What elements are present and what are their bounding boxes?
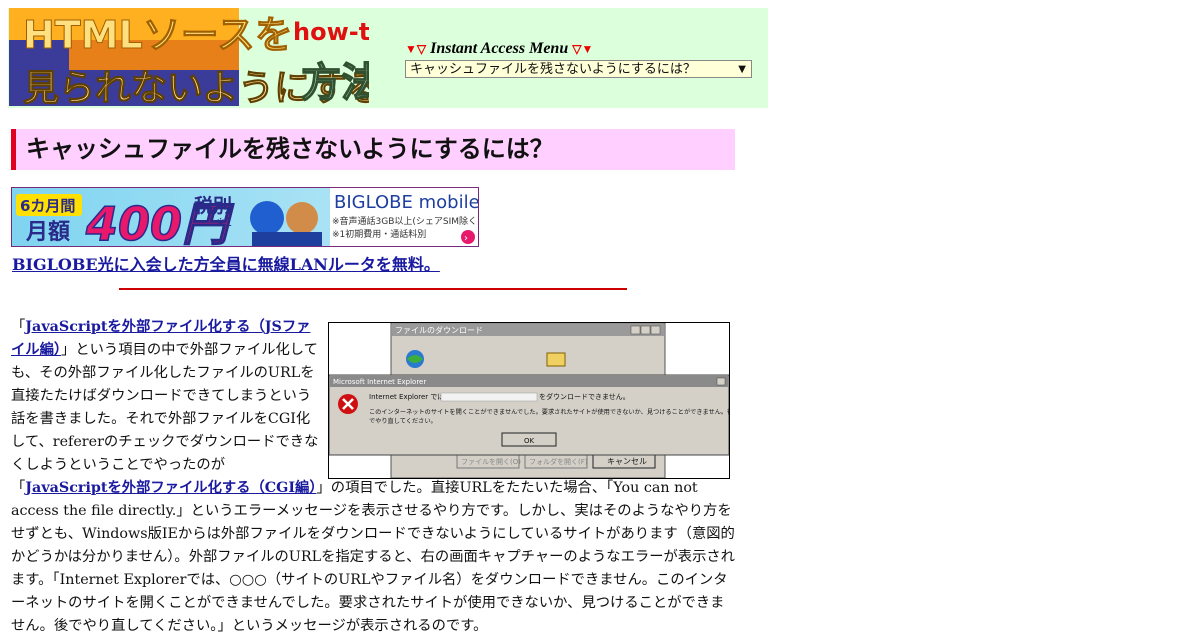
menu-title: ▼▽ Instant Access Menu ▽▼ — [405, 40, 755, 58]
ad-note1: ※音声通話3GB以上(シェアSIM除く) — [332, 215, 478, 227]
ad-monthly: 月額 — [25, 219, 70, 245]
chevron-right-icon: › — [464, 233, 468, 244]
logo-hoho: 方法 — [301, 60, 369, 106]
ad-link[interactable]: BIGLOBE光に入会した方全員に無線LANルータを無料。 — [12, 251, 440, 275]
instant-access-menu: ▼▽ Instant Access Menu ▽▼ キャッシュファイルを残さない… — [405, 40, 755, 78]
chevron-down-icon: ▼ — [738, 64, 746, 75]
site-logo[interactable]: HTMLソースを 見られないようにする how-to 方法 — [9, 8, 369, 108]
logo-howto: how-to — [293, 18, 369, 46]
ad-brand: BIGLOBE mobile — [334, 192, 478, 213]
logo-line1: HTMLソースを — [23, 13, 293, 57]
divider — [119, 288, 627, 290]
body-text-2: 」という項目の中で外部ファイル化しても、その外部ファイル化したファイルのURLを… — [11, 342, 319, 496]
ad-tax: 税別 — [194, 194, 232, 217]
triangle-down-icon: ▽▼ — [572, 42, 594, 56]
menu-title-text: Instant Access Menu — [430, 40, 569, 57]
site-header: HTMLソースを 見られないようにする how-to 方法 ▼▽ Instant… — [8, 8, 768, 108]
ad-note-mark: ※1 — [216, 216, 232, 229]
ad-note2: ※1初期費用・通話料別 — [332, 228, 426, 240]
body-text-3: 」の項目でした。直接URLをたたいた場合、「You can not access… — [11, 480, 735, 634]
article-body: 「JavaScriptを外部ファイル化する（JSファイル編）」という項目の中で外… — [11, 316, 737, 638]
body-text-1: 「 — [11, 319, 26, 335]
ad-months: 6カ月間 — [20, 197, 75, 215]
menu-select[interactable]: キャッシュファイルを残さないようにするには？ ▼ — [405, 60, 752, 78]
cgi-external-file-link[interactable]: JavaScriptを外部ファイル化する（CGI編） — [25, 480, 316, 496]
triangle-down-icon: ▼▽ — [405, 42, 427, 56]
menu-selected-value: キャッシュファイルを残さないようにするには？ — [410, 62, 696, 77]
page-title: キャッシュファイルを残さないようにするには？ — [11, 129, 735, 170]
ad-banner[interactable]: 6カ月間 月額 400円 税別 ※1 BIGLOBE mobile ※音声通話3… — [11, 187, 479, 247]
